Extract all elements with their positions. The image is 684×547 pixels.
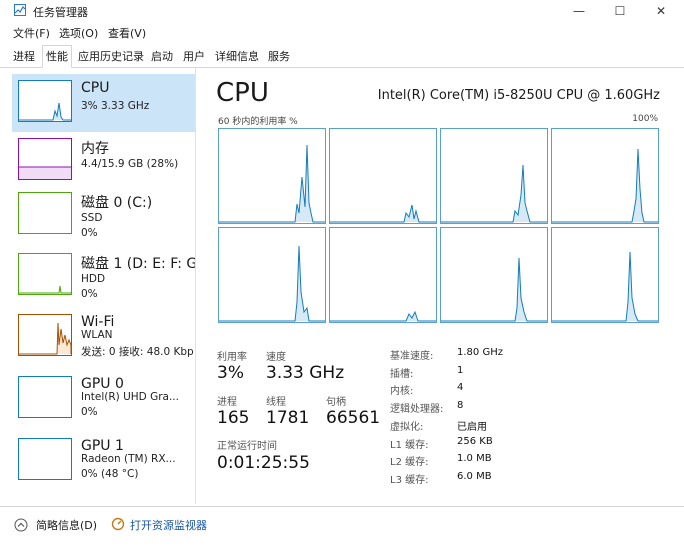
sidebar-item-label: 磁盘 0 (C:) bbox=[81, 195, 153, 211]
sidebar-item-gpu-0[interactable]: GPU 0 Intel(R) UHD Gra... 0% bbox=[12, 370, 195, 428]
sidebar-item-detail: 3% 3.33 GHz bbox=[81, 100, 150, 112]
open-resource-monitor-link[interactable]: 打开资源监视器 bbox=[130, 517, 207, 533]
utilization-label: 利用率 bbox=[217, 352, 247, 363]
memory-thumbnail-graph bbox=[18, 138, 72, 180]
spec-value: 1.0 MB bbox=[457, 453, 492, 464]
menu-file[interactable]: 文件(F) bbox=[13, 25, 50, 41]
handles-label: 句柄 bbox=[326, 397, 346, 408]
spec-value: 已启用 bbox=[457, 422, 487, 433]
core-graph bbox=[329, 128, 437, 224]
spec-label: 基准速度: bbox=[390, 351, 434, 362]
disk-0-thumbnail-graph bbox=[18, 192, 72, 234]
speed-value: 3.33 GHz bbox=[266, 363, 345, 383]
sidebar-item-label: GPU 0 bbox=[81, 376, 124, 392]
gpu-0-thumbnail-graph bbox=[18, 376, 72, 418]
disk-1-thumbnail-graph bbox=[18, 253, 72, 295]
gpu-1-thumbnail-graph bbox=[18, 438, 72, 480]
core-graph bbox=[218, 227, 326, 323]
spec-label: 逻辑处理器: bbox=[390, 404, 444, 415]
tab-app-history[interactable]: 应用历史记录 bbox=[75, 47, 147, 66]
spec-label: 虚拟化: bbox=[390, 422, 424, 433]
spec-label: 插槽: bbox=[390, 369, 414, 380]
spec-label: L2 缓存: bbox=[390, 457, 429, 468]
sidebar-item-disk-1[interactable]: 磁盘 1 (D: E: F: G: HDD 0% bbox=[12, 247, 195, 305]
sidebar-item-detail: 4.4/15.9 GB (28%) bbox=[81, 158, 179, 170]
cpu-model-name: Intel(R) Core(TM) i5-8250U CPU @ 1.60GHz bbox=[377, 88, 660, 103]
core-graph bbox=[551, 227, 659, 323]
uptime-label: 正常运行时间 bbox=[217, 441, 277, 452]
spec-value: 6.0 MB bbox=[457, 471, 492, 482]
uptime-value: 0:01:25:55 bbox=[217, 453, 310, 473]
tab-services[interactable]: 服务 bbox=[265, 47, 293, 66]
sidebar-item-detail: Radeon (TM) RX... bbox=[81, 453, 176, 465]
tab-startup[interactable]: 启动 bbox=[148, 47, 176, 66]
core-graph bbox=[218, 128, 326, 224]
sidebar-item-detail: Intel(R) UHD Gra... bbox=[81, 391, 179, 403]
graph-caption: 60 秒内的利用率 % bbox=[218, 117, 298, 127]
sidebar-item-label: GPU 1 bbox=[81, 438, 124, 454]
core-graph bbox=[440, 128, 548, 224]
sidebar-item-label: 磁盘 1 (D: E: F: G: bbox=[81, 256, 196, 272]
sidebar-item-detail: 0% bbox=[81, 288, 98, 300]
spec-value: 8 bbox=[457, 400, 464, 411]
tab-processes[interactable]: 进程 bbox=[10, 47, 38, 66]
threads-value: 1781 bbox=[266, 408, 310, 428]
handles-value: 66561 bbox=[326, 408, 381, 428]
fewer-details-link[interactable]: 简略信息(D) bbox=[36, 517, 97, 533]
resource-monitor-icon bbox=[111, 517, 125, 531]
resource-sidebar: CPU 3% 3.33 GHz 内存 4.4/15.9 GB (28%) 磁盘 … bbox=[12, 68, 196, 504]
core-graph bbox=[329, 227, 437, 323]
footer-bar: 简略信息(D) 打开资源监视器 bbox=[0, 506, 684, 547]
tab-performance[interactable]: 性能 bbox=[42, 45, 72, 68]
spec-value: 1 bbox=[457, 365, 464, 376]
sidebar-item-detail: SSD bbox=[81, 212, 103, 224]
tab-details[interactable]: 详细信息 bbox=[212, 47, 262, 66]
spec-label: L1 缓存: bbox=[390, 440, 429, 451]
core-graph bbox=[551, 128, 659, 224]
sidebar-item-label: Wi-Fi bbox=[81, 314, 115, 330]
cpu-thumbnail-graph bbox=[18, 80, 72, 122]
sidebar-item-detail: 0% bbox=[81, 406, 98, 418]
menu-options[interactable]: 选项(O) bbox=[59, 25, 98, 41]
wifi-thumbnail-graph bbox=[18, 314, 72, 356]
spec-value: 256 KB bbox=[457, 436, 493, 447]
sidebar-item-detail: HDD bbox=[81, 273, 106, 285]
sidebar-item-disk-0[interactable]: 磁盘 0 (C:) SSD 0% bbox=[12, 186, 195, 244]
sidebar-item-label: 内存 bbox=[81, 141, 109, 157]
sidebar-item-detail: WLAN bbox=[81, 329, 113, 341]
tab-users[interactable]: 用户 bbox=[180, 47, 208, 66]
collapse-chevron-icon[interactable] bbox=[14, 518, 28, 532]
speed-label: 速度 bbox=[266, 352, 286, 363]
processes-label: 进程 bbox=[217, 397, 237, 408]
sidebar-item-memory[interactable]: 内存 4.4/15.9 GB (28%) bbox=[12, 132, 195, 190]
window-title: 任务管理器 bbox=[33, 6, 88, 19]
task-manager-icon bbox=[14, 4, 26, 16]
sidebar-item-detail: 发送: 0 接收: 48.0 Kbp bbox=[81, 346, 194, 358]
page-title: CPU bbox=[216, 78, 269, 108]
sidebar-item-gpu-1[interactable]: GPU 1 Radeon (TM) RX... 0% (48 °C) bbox=[12, 432, 195, 490]
utilization-value: 3% bbox=[217, 363, 244, 383]
sidebar-item-detail: 0% (48 °C) bbox=[81, 468, 139, 480]
sidebar-item-wifi[interactable]: Wi-Fi WLAN 发送: 0 接收: 48.0 Kbp bbox=[12, 308, 195, 366]
cpu-core-graphs bbox=[218, 128, 659, 323]
title-bar: 任务管理器 — ☐ ✕ bbox=[0, 0, 684, 22]
spec-value: 1.80 GHz bbox=[457, 347, 503, 358]
threads-label: 线程 bbox=[266, 397, 286, 408]
sidebar-item-cpu[interactable]: CPU 3% 3.33 GHz bbox=[12, 74, 195, 132]
close-button[interactable]: ✕ bbox=[648, 2, 674, 20]
sidebar-item-label: CPU bbox=[81, 80, 110, 96]
minimize-button[interactable]: — bbox=[566, 2, 592, 20]
graph-max-label: 100% bbox=[632, 114, 658, 124]
menu-bar: 文件(F) 选项(O) 查看(V) bbox=[0, 22, 684, 42]
menu-view[interactable]: 查看(V) bbox=[108, 25, 146, 41]
cpu-detail-panel: CPU Intel(R) Core(TM) i5-8250U CPU @ 1.6… bbox=[196, 68, 684, 504]
sidebar-item-detail: 0% bbox=[81, 227, 98, 239]
spec-label: L3 缓存: bbox=[390, 475, 429, 486]
processes-value: 165 bbox=[217, 408, 250, 428]
spec-label: 内核: bbox=[390, 386, 414, 397]
maximize-button[interactable]: ☐ bbox=[607, 2, 633, 20]
core-graph bbox=[440, 227, 548, 323]
tab-bar: 进程 性能 应用历史记录 启动 用户 详细信息 服务 bbox=[0, 43, 684, 68]
spec-value: 4 bbox=[457, 382, 464, 393]
